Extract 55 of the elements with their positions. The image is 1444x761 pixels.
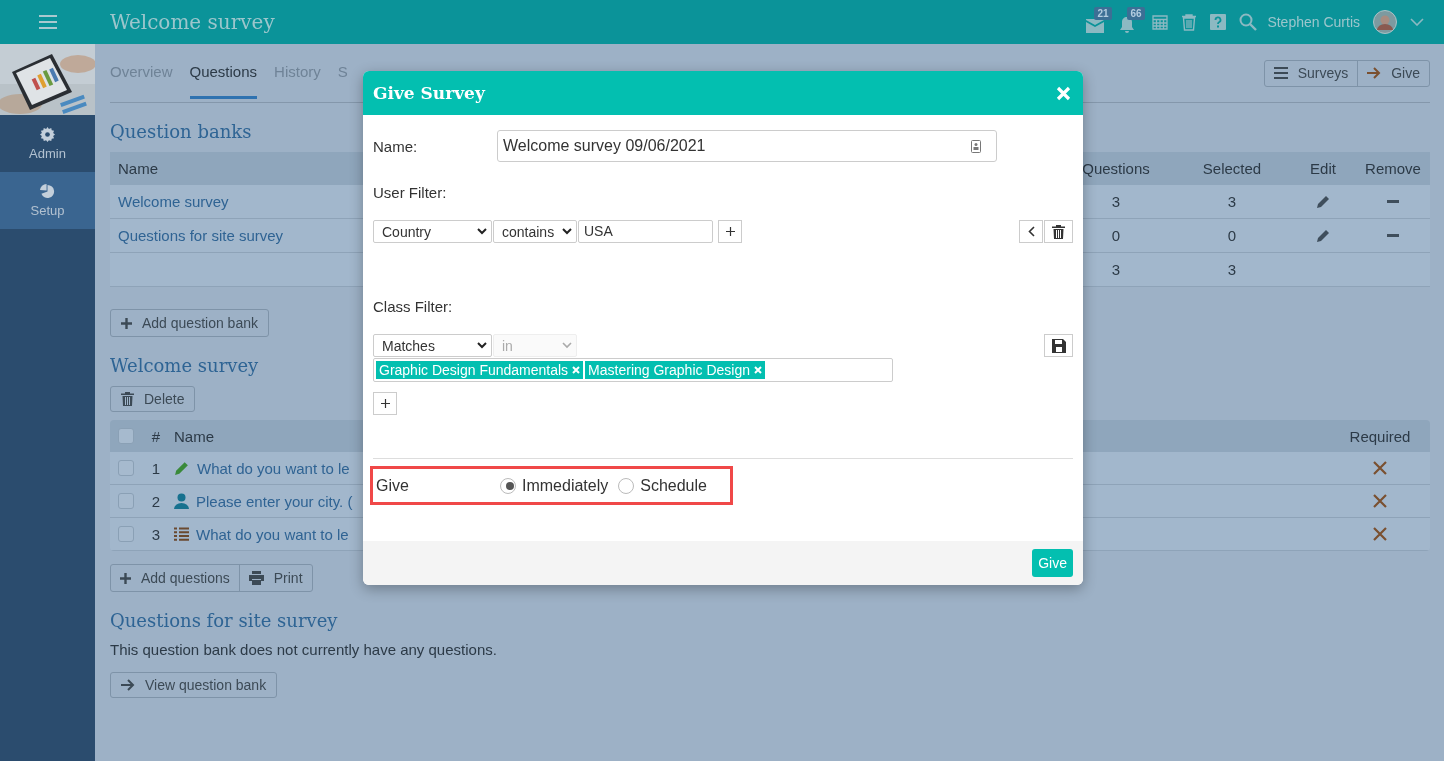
section-label: Class Filter: — [373, 298, 454, 315]
tag[interactable]: Graphic Design Fundamentals — [376, 361, 584, 379]
tag-field[interactable]: Graphic Design Fundamentals Mastering Graphic Design — [373, 358, 893, 382]
section-heading: Welcome survey — [110, 355, 259, 376]
section-heading: Question banks — [110, 121, 252, 142]
table-cell-text: 3 — [1226, 261, 1238, 278]
section-label: User Filter: — [373, 184, 448, 201]
question-link[interactable]: Please enter your city. ( — [196, 492, 353, 510]
field-label: Give — [376, 476, 410, 495]
field-select[interactable]: Country — [373, 220, 492, 243]
column-header: Selected — [1201, 160, 1263, 177]
table-cell-text: 0 — [1110, 227, 1122, 244]
radio-label[interactable]: Immediately — [522, 476, 609, 495]
field-label: Name: — [373, 137, 419, 155]
add-questions-button[interactable]: Add questions — [111, 565, 239, 591]
table-cell-text: 1 — [150, 459, 162, 477]
delete-button[interactable]: Delete — [110, 386, 196, 412]
tag[interactable]: Mastering Graphic Design — [585, 361, 765, 379]
view-question-bank-button[interactable]: View question bank — [110, 672, 278, 698]
table-cell-text: 3 — [1110, 261, 1122, 278]
give-button[interactable]: Give — [1357, 60, 1429, 86]
column-header: Name — [117, 160, 159, 177]
bank-link[interactable]: Welcome survey — [118, 193, 229, 210]
table-cell-text: 3 — [1226, 193, 1238, 210]
sidebar-item[interactable]: Setup — [0, 172, 95, 229]
radio-label[interactable]: Schedule — [640, 476, 707, 495]
column-header: Edit — [1309, 160, 1337, 177]
count-badge: 21 — [1094, 7, 1112, 20]
print-button[interactable]: Print — [238, 565, 312, 591]
count-badge: 66 — [1127, 7, 1145, 20]
add-question-bank-button[interactable]: Add question bank — [110, 309, 269, 337]
question-link[interactable]: What do you want to le — [197, 459, 350, 477]
question-link[interactable]: What do you want to le — [196, 525, 349, 543]
tab[interactable]: Questions — [189, 44, 258, 99]
column-header: # — [150, 427, 162, 445]
section-heading: Questions for site survey — [110, 610, 338, 631]
column-header: Required — [1348, 427, 1412, 445]
surveys-button[interactable]: Surveys — [1264, 60, 1358, 86]
table-cell-text: 3 — [1110, 193, 1122, 210]
name-field[interactable]: Welcome survey 09/06/2021 — [497, 130, 997, 162]
table-cell-text: 2 — [150, 492, 162, 510]
match-select[interactable]: Matches — [373, 334, 492, 357]
table-cell-text: 0 — [1226, 227, 1238, 244]
operator-select[interactable]: contains — [493, 220, 577, 243]
column-header: Remove — [1364, 160, 1422, 177]
empty-message: This question bank does not currently have any questions. — [110, 641, 498, 658]
table-cell-text: 3 — [150, 525, 162, 543]
dialog-title: Give Survey — [373, 83, 485, 103]
value-field[interactable]: USA — [578, 220, 713, 243]
give-button[interactable]: Give — [1032, 549, 1073, 577]
sidebar-item[interactable]: Admin — [0, 115, 95, 172]
bank-link[interactable]: Questions for site survey — [118, 227, 284, 244]
column-header: Name — [174, 427, 215, 445]
page-title: Welcome survey — [110, 10, 275, 34]
column-header: Questions — [1081, 160, 1151, 177]
